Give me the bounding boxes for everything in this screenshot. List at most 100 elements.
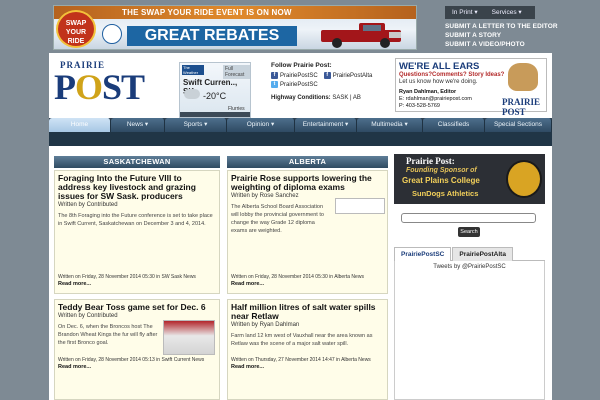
ad-logo-line1: SWAP bbox=[65, 20, 87, 27]
tweets-panel bbox=[394, 261, 545, 400]
article-title[interactable]: Prairie Rose supports lowering the weigh… bbox=[231, 174, 384, 192]
ears-sub: Questions?Comments? Story Ideas? bbox=[399, 72, 505, 78]
follow-row-2: t PrairiePostSC bbox=[271, 81, 391, 88]
ad-banner-offer: GREAT REBATES bbox=[127, 26, 297, 46]
page-container: PRAIRIE POST The Weather Network Full Fo… bbox=[49, 53, 552, 400]
ad-sundogs-sponsor[interactable]: Prairie Post: Founding Sponsor of Great … bbox=[394, 154, 545, 204]
nav-news[interactable]: News ▾ bbox=[111, 118, 165, 132]
link-submit-letter[interactable]: SUBMIT A LETTER TO THE EDITOR bbox=[445, 22, 558, 31]
ears-editor: Ryan Dahlman, Editor bbox=[399, 89, 457, 95]
top-strip: THE SWAP YOUR RIDE EVENT IS ON NOW SWAP … bbox=[0, 0, 600, 53]
side-ad-line1: Prairie Post: bbox=[406, 156, 455, 166]
article-thumbnail[interactable] bbox=[335, 198, 385, 214]
follow-facebook-sc[interactable]: f PrairiePostSC bbox=[271, 72, 318, 79]
prairie-post-logo[interactable]: PRAIRIE POST bbox=[54, 60, 174, 108]
nav-special-sections[interactable]: Special Sections bbox=[485, 118, 552, 132]
section-heading-saskatchewan[interactable]: SASKATCHEWAN bbox=[54, 156, 220, 168]
article-title[interactable]: Foraging Into the Future VIII to address… bbox=[58, 174, 216, 201]
article-author: Written by Contributed bbox=[58, 313, 118, 319]
read-more-link[interactable]: Read more... bbox=[58, 364, 216, 371]
follow-account-label: PrairiePostAlta bbox=[332, 72, 373, 79]
ad-banner-headline: THE SWAP YOUR RIDE EVENT IS ON NOW bbox=[122, 8, 292, 17]
article-thumbnail[interactable] bbox=[163, 320, 215, 355]
highway-conditions: Highway Conditions: SASK | AB bbox=[271, 95, 391, 101]
highway-links[interactable]: SASK | AB bbox=[332, 95, 361, 101]
weather-temp: -20°C bbox=[203, 91, 227, 101]
follow-account-label: PrairiePostSC bbox=[280, 81, 318, 88]
link-submit-video[interactable]: SUBMIT A VIDEO/PHOTO bbox=[445, 40, 558, 49]
tab-prairiepostsc[interactable]: PrairiePostSC bbox=[394, 247, 452, 261]
read-more-link[interactable]: Read more... bbox=[58, 281, 216, 288]
article-author: Written by Ryan Dahlman bbox=[231, 322, 300, 328]
submit-links: SUBMIT A LETTER TO THE EDITOR SUBMIT A S… bbox=[445, 22, 558, 49]
nav-sports[interactable]: Sports ▾ bbox=[165, 118, 227, 132]
follow-twitter-sc[interactable]: t PrairiePostSC bbox=[271, 81, 318, 88]
twitter-icon: t bbox=[271, 81, 278, 88]
ears-phone: P: 403-528-5769 bbox=[399, 103, 440, 109]
full-forecast-button[interactable]: Full Forecast bbox=[223, 65, 250, 79]
sundogs-logo bbox=[506, 160, 542, 198]
weather-network-logo: The Weather Network bbox=[182, 65, 204, 80]
article-card: Foraging Into the Future VIII to address… bbox=[54, 170, 220, 294]
follow-facebook-alta[interactable]: f PrairiePostAlta bbox=[323, 72, 373, 79]
site-header: PRAIRIE POST The Weather Network Full Fo… bbox=[49, 53, 552, 119]
follow-account-label: PrairiePostSC bbox=[280, 72, 318, 79]
ears-note: Let us know how we're doing. bbox=[399, 79, 478, 85]
article-date: Written on Friday, 28 November 2014 05:3… bbox=[58, 274, 196, 280]
ears-brand: PRAIRIE POST bbox=[502, 97, 541, 117]
swap-your-ride-logo: SWAP YOUR RIDE bbox=[56, 10, 96, 48]
logo-st: ST bbox=[102, 67, 145, 107]
ears-email: E: rdahlman@prairiepost.com bbox=[399, 96, 472, 102]
article-meta: Written on Friday, 28 November 2014 05:3… bbox=[231, 274, 386, 288]
side-ad-line4: SunDogs Athletics bbox=[412, 189, 479, 198]
ad-logo-line3: RIDE bbox=[67, 38, 85, 45]
menu-services[interactable]: Services ▾ bbox=[485, 6, 529, 19]
dog-image bbox=[508, 63, 538, 91]
ford-badge-icon bbox=[102, 24, 122, 44]
read-more-link[interactable]: Read more... bbox=[231, 281, 386, 288]
nav-opinion[interactable]: Opinion ▾ bbox=[227, 118, 295, 132]
article-card: Prairie Rose supports lowering the weigh… bbox=[227, 170, 388, 294]
article-card: Teddy Bear Toss game set for Dec. 6 Writ… bbox=[54, 299, 220, 400]
twitter-tabs: PrairiePostSC PrairiePostAlta bbox=[394, 247, 545, 261]
utility-menu: In Print ▾ Services ▾ bbox=[445, 6, 535, 19]
ears-headline: WE'RE ALL EARS bbox=[399, 61, 480, 72]
article-excerpt: The Alberta School Board Association wil… bbox=[231, 204, 324, 234]
article-author: Written by Contributed bbox=[58, 202, 118, 208]
facebook-icon: f bbox=[323, 72, 331, 79]
highway-label: Highway Conditions: bbox=[271, 95, 331, 101]
follow-row-1: f PrairiePostSC f PrairiePostAlta bbox=[271, 72, 391, 79]
ad-logo-line2: YOUR bbox=[65, 29, 87, 36]
tab-prairiepostalta[interactable]: PrairiePostAlta bbox=[452, 247, 513, 261]
search-input[interactable] bbox=[401, 213, 536, 223]
ad-were-all-ears[interactable]: WE'RE ALL EARS Questions?Comments? Story… bbox=[395, 58, 547, 117]
facebook-icon: f bbox=[271, 72, 278, 79]
section-heading-alberta[interactable]: ALBERTA bbox=[227, 156, 388, 168]
article-meta: Written on Friday, 28 November 2014 05:3… bbox=[58, 274, 216, 288]
article-meta: Written on Thursday, 27 November 2014 14… bbox=[231, 357, 386, 371]
side-ad-line3: Great Plains College bbox=[402, 176, 480, 185]
article-excerpt: On Dec. 6, when the Broncos host The Bra… bbox=[58, 324, 158, 346]
weather-widget[interactable]: The Weather Network Full Forecast Swift … bbox=[179, 62, 251, 118]
article-title[interactable]: Teddy Bear Toss game set for Dec. 6 bbox=[58, 303, 216, 312]
article-excerpt: The 8th Foraging into the Future confere… bbox=[58, 213, 213, 227]
logo-p: P bbox=[54, 67, 76, 107]
nav-entertainment[interactable]: Entertainment ▾ bbox=[295, 118, 357, 132]
tweets-by-link[interactable]: Tweets by @PrairiePostSC bbox=[394, 264, 545, 270]
nav-home[interactable]: Home bbox=[49, 118, 111, 132]
read-more-link[interactable]: Read more... bbox=[231, 364, 386, 371]
nav-multimedia[interactable]: Multimedia ▾ bbox=[357, 118, 423, 132]
menu-in-print[interactable]: In Print ▾ bbox=[445, 6, 485, 19]
logo-main: POST bbox=[54, 66, 145, 108]
link-submit-story[interactable]: SUBMIT A STORY bbox=[445, 31, 558, 40]
follow-title: Follow Prairie Post: bbox=[271, 62, 332, 69]
article-title[interactable]: Half million litres of salt water spills… bbox=[231, 303, 384, 321]
cloud-icon bbox=[184, 89, 200, 99]
article-card: Half million litres of salt water spills… bbox=[227, 299, 388, 400]
side-ad-line2: Founding Sponsor of bbox=[406, 167, 477, 174]
search-button[interactable]: Search bbox=[458, 227, 480, 237]
ad-banner-swap-your-ride[interactable]: THE SWAP YOUR RIDE EVENT IS ON NOW SWAP … bbox=[53, 5, 417, 50]
nav-classifieds[interactable]: Classifieds bbox=[423, 118, 485, 132]
sub-nav-bar bbox=[49, 132, 552, 146]
article-date: Written on Friday, 28 November 2014 05:1… bbox=[58, 357, 205, 363]
